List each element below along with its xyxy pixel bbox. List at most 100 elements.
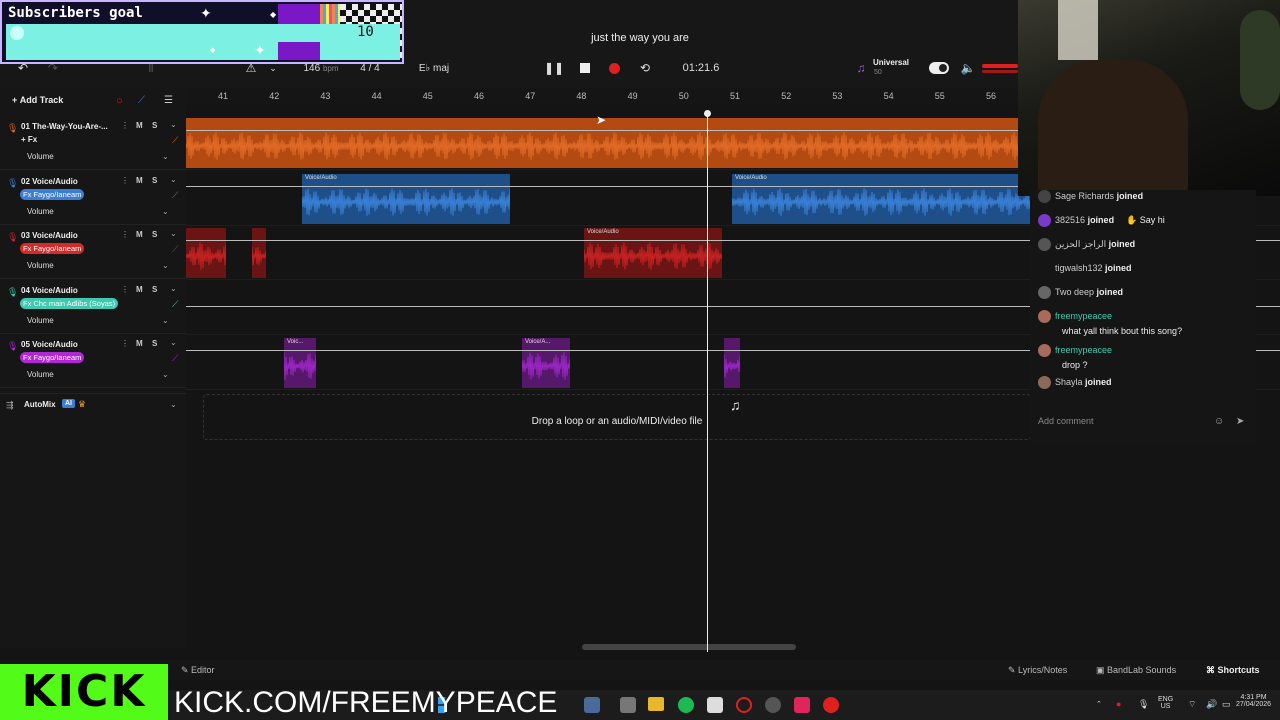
track-title[interactable]: 01 The-Way-You-Are-...: [21, 122, 108, 131]
avatar[interactable]: [1038, 190, 1051, 203]
chat-username[interactable]: freemypeacee: [1055, 311, 1112, 321]
avatar[interactable]: [1038, 344, 1051, 357]
track-menu-icon[interactable]: ⋮: [121, 339, 129, 348]
mute-button[interactable]: M: [136, 285, 143, 294]
opera-icon[interactable]: [736, 697, 752, 713]
solo-button[interactable]: S: [152, 339, 157, 348]
volume-dropdown[interactable]: Volume: [27, 316, 54, 325]
system-clock[interactable]: 4:31 PM 27/04/2026: [1236, 694, 1271, 708]
taskbar-app-icon-1[interactable]: [584, 697, 600, 713]
add-fx-button[interactable]: + Fx: [21, 135, 37, 144]
preset-toggle[interactable]: [929, 62, 949, 74]
chat-username[interactable]: الراجز الحزين: [1055, 239, 1106, 249]
track-expand-icon[interactable]: ⌄: [170, 120, 177, 129]
audio-clip[interactable]: [186, 228, 226, 278]
volume-chevron-icon[interactable]: ⌄: [162, 261, 169, 270]
track-menu-icon[interactable]: ⋮: [121, 176, 129, 185]
track-menu-icon[interactable]: ⋮: [121, 121, 129, 130]
bandlab-sounds-button[interactable]: ▣ BandLab Sounds: [1096, 665, 1176, 676]
track-title[interactable]: 04 Voice/Audio: [21, 286, 78, 295]
tray-chevron-icon[interactable]: ⌃: [1096, 700, 1102, 708]
mute-button[interactable]: M: [136, 339, 143, 348]
track-title[interactable]: 05 Voice/Audio: [21, 340, 78, 349]
automation-lane-icon[interactable]: ⟋: [172, 244, 178, 255]
timeline-ruler[interactable]: 41 42 43 44 45 46 47 48 49 50 51 52 53 54 55 56: [186, 88, 1018, 104]
mic-icon[interactable]: 🎙: [1138, 699, 1149, 710]
fx-chip[interactable]: Fx Faygo/Ianeam: [20, 243, 85, 255]
track-expand-icon[interactable]: ⌄: [170, 338, 177, 347]
pause-button[interactable]: ❚❚: [544, 60, 564, 76]
record-button[interactable]: [605, 60, 623, 76]
volume-icon[interactable]: 🔈: [960, 60, 976, 76]
send-icon[interactable]: ➤: [1236, 416, 1244, 427]
track-expand-icon[interactable]: ⌄: [170, 284, 177, 293]
wifi-icon[interactable]: ⌔: [1188, 699, 1196, 710]
volume-chevron-icon[interactable]: ⌄: [162, 207, 169, 216]
lyrics-notes-button[interactable]: ✎ Lyrics/Notes: [1008, 665, 1067, 676]
emoji-icon[interactable]: ☺: [1214, 416, 1224, 427]
track-title[interactable]: 02 Voice/Audio: [21, 177, 78, 186]
tiktok-icon[interactable]: [794, 697, 810, 713]
shortcuts-button[interactable]: ⌘ Shortcuts: [1206, 665, 1260, 676]
tray-icon-1[interactable]: ●: [1116, 699, 1121, 709]
mic-icon[interactable]: 🎙: [7, 341, 18, 352]
song-title[interactable]: just the way you are: [540, 32, 740, 44]
automation-icon[interactable]: ⟋: [138, 95, 145, 106]
avatar[interactable]: [1038, 310, 1051, 323]
automation-lane-icon[interactable]: ⟋: [172, 299, 178, 310]
solo-button[interactable]: S: [152, 176, 157, 185]
key-selector[interactable]: E♭ maj: [410, 60, 458, 76]
preset-icon[interactable]: ♫: [854, 60, 868, 76]
master-volume-meter[interactable]: [982, 64, 1018, 68]
language-indicator[interactable]: ENG US: [1158, 696, 1173, 710]
add-comment-input[interactable]: Add comment: [1038, 416, 1218, 426]
say-hi-button[interactable]: ✋ Say hi: [1126, 215, 1165, 225]
avatar[interactable]: [1038, 376, 1051, 389]
volume-dropdown[interactable]: Volume: [27, 370, 54, 379]
track-settings-icon[interactable]: ☰: [164, 95, 173, 106]
track-header[interactable]: 🎙 04 Voice/Audio ⋮ M S ⌄ Fx Chc main Adlibs (S…: [0, 280, 186, 334]
chat-username[interactable]: tigwalsh132: [1055, 263, 1103, 273]
avatar[interactable]: [1038, 286, 1051, 299]
add-track-button[interactable]: + Add Track: [12, 95, 63, 105]
mic-icon[interactable]: 🎙: [7, 178, 18, 189]
audio-clip[interactable]: Voic...: [284, 338, 316, 388]
audio-clip[interactable]: Voice/Audio: [732, 174, 1032, 224]
chat-username[interactable]: Sage Richards: [1055, 191, 1114, 201]
audio-clip[interactable]: [724, 338, 740, 388]
avatar[interactable]: [1038, 214, 1051, 227]
editor-button[interactable]: ✎ Editor: [181, 665, 215, 676]
chat-username[interactable]: freemypeacee: [1055, 345, 1112, 355]
battery-icon[interactable]: ▭: [1222, 699, 1231, 710]
loop-icon[interactable]: ⟲: [636, 60, 654, 76]
taskbar-app-icon-2[interactable]: [620, 697, 636, 713]
chat-username[interactable]: Two deep: [1055, 287, 1094, 297]
track-title[interactable]: 03 Voice/Audio: [21, 231, 78, 240]
chat-username[interactable]: Shayla: [1055, 377, 1083, 387]
fx-chip[interactable]: Fx Faygo/Ianeam: [20, 188, 85, 200]
avatar[interactable]: [1038, 238, 1051, 251]
speaker-icon[interactable]: 🔊: [1206, 699, 1217, 710]
volume-dropdown[interactable]: Volume: [27, 261, 54, 270]
track-header[interactable]: 🎙 03 Voice/Audio ⋮ M S ⌄ Fx Faygo/Ianeam ⟋ Volum…: [0, 225, 186, 280]
mic-icon[interactable]: 🎙: [7, 232, 18, 243]
mic-icon[interactable]: 🎙: [7, 123, 18, 134]
taskbar-app-icon-4[interactable]: [765, 697, 781, 713]
solo-button[interactable]: S: [152, 121, 157, 130]
volume-chevron-icon[interactable]: ⌄: [162, 152, 169, 161]
drop-zone[interactable]: ♫ Drop a loop or an audio/MIDI/video fil…: [203, 394, 1031, 440]
track-header[interactable]: 🎙 02 Voice/Audio ⋮ M S ⌄ Fx Faygo/Ianeam ⟋ Volum…: [0, 171, 186, 225]
automation-lane-icon[interactable]: ⟋: [172, 353, 178, 364]
playhead-handle[interactable]: [704, 110, 711, 117]
track-expand-icon[interactable]: ⌄: [170, 229, 177, 238]
track-menu-icon[interactable]: ⋮: [121, 285, 129, 294]
audio-clip[interactable]: Voice/Audio: [584, 228, 722, 278]
fx-chip[interactable]: Fx Faygo/Ianeam: [20, 352, 85, 364]
solo-button[interactable]: S: [152, 285, 157, 294]
bandlab-icon[interactable]: [823, 697, 839, 713]
volume-dropdown[interactable]: Volume: [27, 152, 54, 161]
track-menu-icon[interactable]: ⋮: [121, 230, 129, 239]
track-header[interactable]: 🎙 01 The-Way-You-Are-... ⋮ M S ⌄ + Fx ⟋ Volume ⌄: [0, 116, 186, 170]
mic-icon[interactable]: 🎙: [7, 287, 18, 298]
record-arm-icon[interactable]: ○: [116, 95, 123, 107]
